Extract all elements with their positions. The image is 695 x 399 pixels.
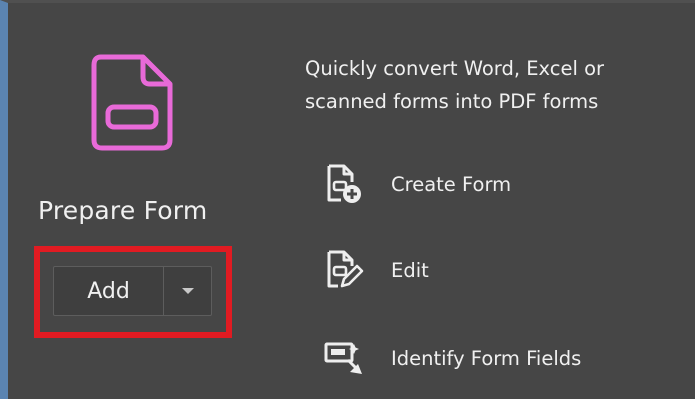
description-line-2: scanned forms into PDF forms <box>305 90 599 113</box>
create-form-action[interactable]: Create Form <box>324 162 511 206</box>
create-form-icon <box>324 162 364 206</box>
add-dropdown-button[interactable] <box>164 267 211 315</box>
identify-form-fields-action[interactable]: Identify Form Fields <box>324 336 581 380</box>
edit-form-icon <box>324 248 364 292</box>
create-form-label: Create Form <box>391 172 512 196</box>
edit-action[interactable]: Edit <box>324 248 429 292</box>
tool-title: Prepare Form <box>38 196 208 225</box>
tool-description: Quickly convert Word, Excel or scanned f… <box>305 52 695 118</box>
add-button[interactable]: Add <box>54 267 164 315</box>
edit-label: Edit <box>391 258 429 282</box>
identify-form-fields-icon <box>324 336 364 380</box>
identify-form-fields-label: Identify Form Fields <box>391 346 582 370</box>
prepare-form-document-icon <box>91 54 173 151</box>
prepare-form-tool-card: Prepare Form Add Quickly convert Word, E… <box>0 0 695 399</box>
description-line-1: Quickly convert Word, Excel or <box>305 57 605 80</box>
caret-down-icon <box>181 288 194 294</box>
add-split-button: Add <box>53 266 212 316</box>
